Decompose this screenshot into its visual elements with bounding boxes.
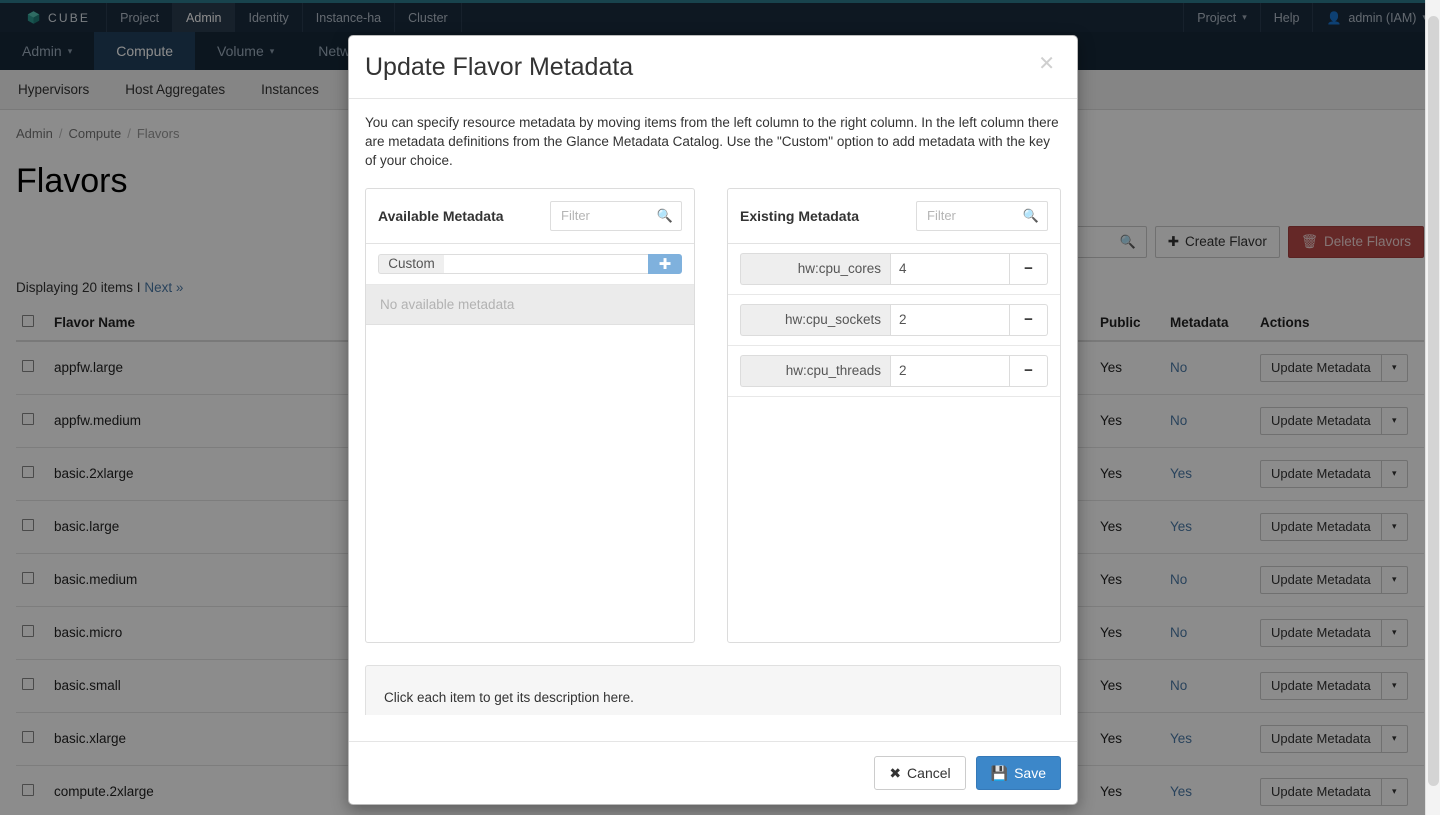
existing-metadata-row: hw:cpu_cores − bbox=[728, 244, 1060, 295]
scrollbar-thumb[interactable] bbox=[1428, 16, 1439, 786]
available-metadata-header: Available Metadata 🔍 bbox=[366, 189, 694, 244]
metadata-description-box: Click each item to get its description h… bbox=[365, 664, 1061, 715]
existing-filter-input[interactable] bbox=[925, 207, 1017, 225]
custom-key-input[interactable] bbox=[444, 253, 648, 274]
cancel-button[interactable]: ✖ Cancel bbox=[874, 756, 966, 790]
add-custom-metadata-button[interactable]: ✚ bbox=[648, 253, 682, 274]
update-flavor-metadata-modal: Update Flavor Metadata ✕ You can specify… bbox=[348, 35, 1078, 805]
existing-metadata-header: Existing Metadata 🔍 bbox=[728, 189, 1060, 244]
available-metadata-title: Available Metadata bbox=[378, 207, 504, 224]
save-button[interactable]: 💾 Save bbox=[975, 756, 1061, 790]
x-icon: ✖ bbox=[889, 764, 902, 781]
existing-metadata-title: Existing Metadata bbox=[740, 207, 860, 224]
floppy-icon: 💾 bbox=[990, 764, 1009, 781]
existing-filter-box[interactable]: 🔍 bbox=[916, 200, 1048, 231]
metadata-value-input[interactable] bbox=[890, 354, 1010, 387]
minus-icon: − bbox=[1024, 260, 1033, 278]
available-filter-box[interactable]: 🔍 bbox=[550, 200, 682, 231]
existing-metadata-list: hw:cpu_cores−hw:cpu_sockets−hw:cpu_threa… bbox=[728, 244, 1060, 642]
page-scrollbar[interactable] bbox=[1425, 0, 1440, 815]
minus-icon: − bbox=[1024, 362, 1033, 380]
cancel-label: Cancel bbox=[907, 765, 951, 781]
modal-header: Update Flavor Metadata ✕ bbox=[349, 36, 1077, 99]
existing-metadata-row: hw:cpu_threads − bbox=[728, 346, 1060, 397]
minus-icon: − bbox=[1024, 311, 1033, 329]
metadata-key-label[interactable]: hw:cpu_sockets bbox=[740, 303, 890, 336]
custom-label: Custom bbox=[378, 253, 444, 274]
search-icon: 🔍 bbox=[656, 207, 673, 223]
available-metadata-list: No available metadata bbox=[366, 284, 694, 642]
available-metadata-panel: Available Metadata 🔍 Custom ✚ bbox=[365, 187, 695, 643]
available-empty-message: No available metadata bbox=[366, 284, 694, 325]
save-label: Save bbox=[1014, 765, 1046, 781]
metadata-value-input[interactable] bbox=[890, 252, 1010, 285]
app-root: CUBE Project Admin Identity Instance-ha … bbox=[0, 0, 1440, 815]
modal-body: You can specify resource metadata by mov… bbox=[349, 99, 1077, 715]
modal-intro-text: You can specify resource metadata by mov… bbox=[365, 114, 1059, 168]
close-icon[interactable]: ✕ bbox=[1034, 50, 1059, 78]
remove-metadata-button[interactable]: − bbox=[1010, 252, 1048, 285]
modal-title: Update Flavor Metadata bbox=[365, 53, 634, 81]
custom-metadata-row: Custom ✚ bbox=[366, 244, 694, 285]
metadata-key-label[interactable]: hw:cpu_threads bbox=[740, 354, 890, 387]
metadata-description-text: Click each item to get its description h… bbox=[384, 690, 634, 706]
metadata-key-label[interactable]: hw:cpu_cores bbox=[740, 252, 890, 285]
modal-footer: ✖ Cancel 💾 Save bbox=[349, 741, 1077, 804]
remove-metadata-button[interactable]: − bbox=[1010, 303, 1048, 336]
available-filter-input[interactable] bbox=[559, 207, 651, 225]
metadata-value-input[interactable] bbox=[890, 303, 1010, 336]
existing-metadata-panel: Existing Metadata 🔍 hw:cpu_cores−hw:cpu_… bbox=[727, 187, 1061, 643]
existing-metadata-row: hw:cpu_sockets − bbox=[728, 295, 1060, 346]
remove-metadata-button[interactable]: − bbox=[1010, 354, 1048, 387]
search-icon: 🔍 bbox=[1022, 207, 1039, 223]
metadata-columns: Available Metadata 🔍 Custom ✚ bbox=[365, 187, 1061, 643]
plus-icon: ✚ bbox=[658, 255, 672, 273]
